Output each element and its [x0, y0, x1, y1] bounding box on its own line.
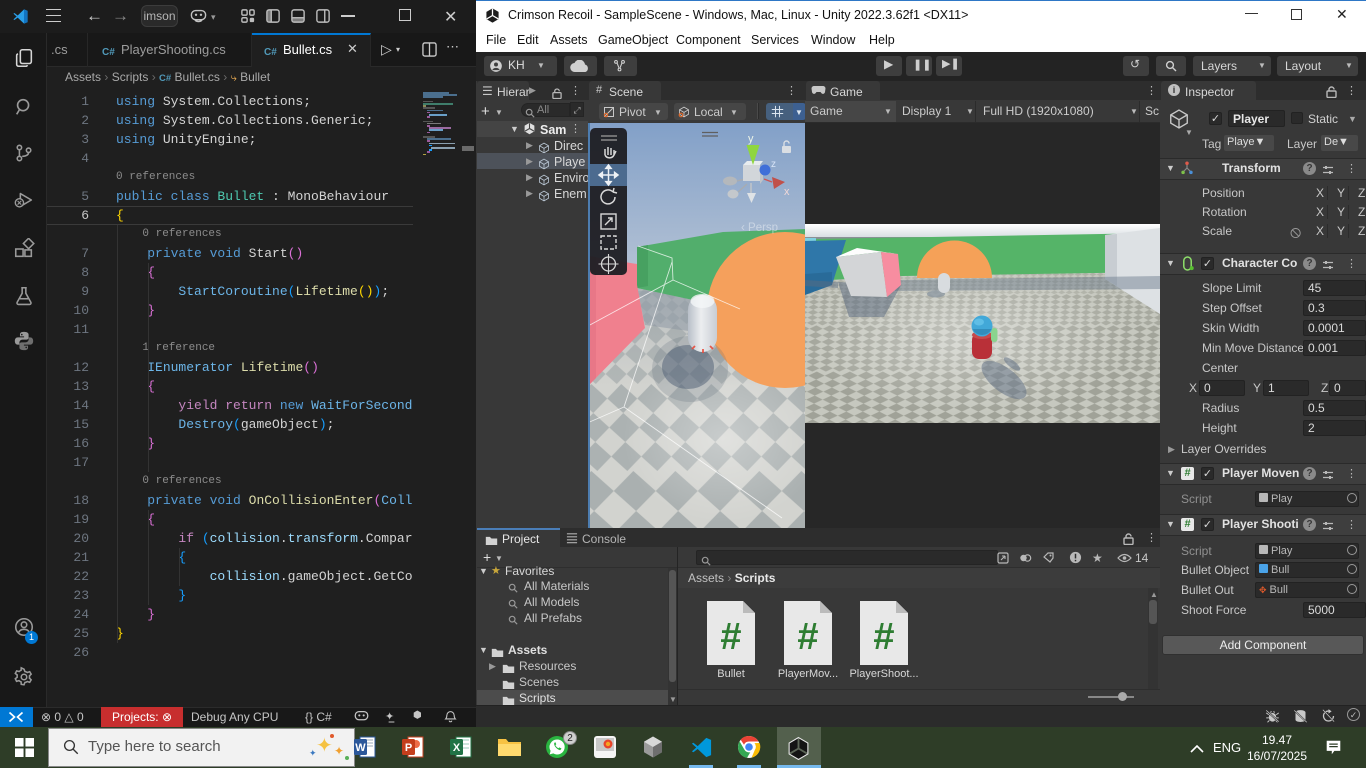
- svg-text:P: P: [405, 742, 412, 754]
- svg-text:x: x: [784, 186, 790, 198]
- svg-text:‹ Persp: ‹ Persp: [741, 222, 778, 234]
- svg-text:#: #: [797, 616, 818, 658]
- svg-text:y: y: [748, 133, 754, 145]
- svg-text:X: X: [453, 742, 461, 754]
- svg-text:#: #: [720, 616, 741, 658]
- svg-text:W: W: [355, 742, 366, 754]
- svg-text:#: #: [873, 616, 894, 658]
- svg-text:z: z: [771, 159, 776, 170]
